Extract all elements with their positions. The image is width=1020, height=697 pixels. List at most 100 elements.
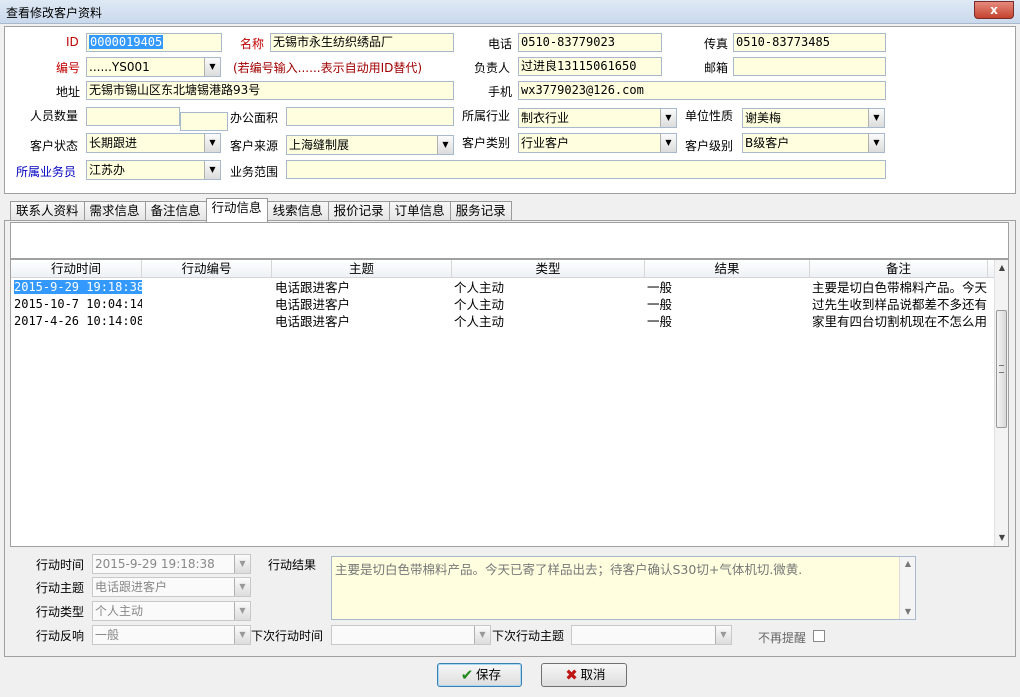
chevron-down-icon[interactable]: ▼	[204, 161, 220, 179]
scroll-up-icon[interactable]: ▲	[995, 260, 1008, 276]
unit-combo[interactable]: 谢美梅 ▼	[742, 108, 885, 128]
salesman-combo[interactable]: 江苏办 ▼	[86, 160, 221, 180]
next-time-combo[interactable]: ▼	[331, 625, 491, 645]
detail-subject-value: 电话跟进客户	[95, 580, 168, 594]
unit-value: 谢美梅	[745, 111, 782, 125]
cell-number	[145, 313, 270, 330]
tab-actions[interactable]: 行动信息	[205, 198, 268, 222]
tab-leads[interactable]: 线索信息	[266, 201, 329, 221]
col-header-time[interactable]: 行动时间	[11, 260, 142, 278]
cell-type: 个人主动	[454, 280, 505, 295]
table-row[interactable]: 2017-4-26 10:14:08 电话跟进客户 个人主动 一般 家里有四台切…	[11, 313, 995, 330]
scroll-down-icon[interactable]: ▼	[900, 605, 916, 619]
chevron-down-icon[interactable]: ▼	[234, 626, 250, 644]
source-value: 上海缝制展	[289, 138, 350, 152]
result-scrollbar[interactable]: ▲ ▼	[899, 557, 915, 619]
cancel-label: 取消	[580, 667, 606, 682]
address-field[interactable]: 无锡市锡山区东北塘锡港路93号	[86, 81, 454, 100]
mail-field[interactable]	[733, 57, 886, 76]
chevron-down-icon[interactable]: ▼	[234, 555, 250, 573]
tab-quotes[interactable]: 报价记录	[327, 201, 390, 221]
phone-field[interactable]: 0510-83779023	[518, 33, 662, 52]
tab-bar: 联系人资料 需求信息 备注信息 行动信息 线索信息 报价记录 订单信息 服务记录	[10, 198, 512, 222]
chevron-down-icon[interactable]: ▼	[234, 602, 250, 620]
cell-type: 个人主动	[454, 297, 505, 312]
chevron-down-icon[interactable]: ▼	[474, 626, 490, 644]
fax-field[interactable]: 0510-83773485	[733, 33, 886, 52]
mobile-field[interactable]: wx3779023@126.com	[518, 81, 886, 100]
scope-field[interactable]	[286, 160, 886, 179]
table-scrollbar[interactable]: ▲ ▼	[994, 260, 1008, 546]
table-row[interactable]: 2015-9-29 19:18:38 电话跟进客户 个人主动 一般 主要是切白色…	[11, 279, 995, 296]
scroll-thumb[interactable]	[996, 310, 1007, 428]
detail-type-label: 行动类型	[36, 605, 85, 619]
code-combo[interactable]: ......YS001 ▼	[86, 57, 221, 77]
source-combo[interactable]: 上海缝制展 ▼	[286, 135, 454, 155]
close-button[interactable]: x	[974, 1, 1014, 19]
status-label: 客户状态	[30, 139, 79, 153]
tab-services[interactable]: 服务记录	[449, 201, 512, 221]
tab-orders[interactable]: 订单信息	[388, 201, 451, 221]
chevron-down-icon[interactable]: ▼	[868, 109, 884, 127]
cell-result: 一般	[647, 280, 673, 295]
cell-time: 2015-10-7 10:04:14	[14, 297, 142, 311]
source-label: 客户来源	[230, 139, 279, 153]
tab-notes[interactable]: 备注信息	[144, 201, 207, 221]
cell-number	[145, 296, 270, 313]
col-header-number[interactable]: 行动编号	[142, 260, 272, 278]
tab-requirements[interactable]: 需求信息	[83, 201, 146, 221]
chevron-down-icon[interactable]: ▼	[437, 136, 453, 154]
detail-time-value: 2015-9-29 19:18:38	[95, 557, 215, 571]
chevron-down-icon[interactable]: ▼	[715, 626, 731, 644]
detail-time-combo[interactable]: 2015-9-29 19:18:38 ▼	[92, 554, 251, 574]
cell-note: 家里有四台切割机现在不怎么用	[812, 314, 988, 329]
category-combo[interactable]: 行业客户 ▼	[518, 133, 677, 153]
detail-type-combo[interactable]: 个人主动 ▼	[92, 601, 251, 621]
save-button[interactable]: ✔ 保存	[437, 663, 522, 687]
detail-feedback-combo[interactable]: 一般 ▼	[92, 625, 251, 645]
mobile-label: 手机	[488, 85, 513, 99]
cell-result: 一般	[647, 297, 673, 312]
col-header-result[interactable]: 结果	[645, 260, 810, 278]
unit-label: 单位性质	[685, 109, 734, 123]
status-combo[interactable]: 长期跟进 ▼	[86, 133, 221, 153]
table-row[interactable]: 2015-10-7 10:04:14 电话跟进客户 个人主动 一般 过先生收到样…	[11, 296, 995, 313]
cell-subject: 电话跟进客户	[275, 297, 351, 312]
detail-subject-combo[interactable]: 电话跟进客户 ▼	[92, 577, 251, 597]
cell-note: 主要是切白色带棉料产品。今天	[812, 280, 988, 295]
chevron-down-icon[interactable]: ▼	[660, 109, 676, 127]
action-table: 行动时间 行动编号 主题 类型 结果 备注 2015-9-29 19:18:38…	[10, 259, 1009, 547]
category-label: 客户类别	[462, 136, 511, 150]
col-header-note[interactable]: 备注	[810, 260, 988, 278]
no-remind-checkbox[interactable]	[813, 630, 825, 642]
owner-field[interactable]: 过进良13115061650	[518, 57, 662, 76]
level-combo[interactable]: B级客户 ▼	[742, 133, 885, 153]
cell-time: 2015-9-29 19:18:38	[14, 279, 142, 296]
window-title: 查看修改客户资料	[6, 6, 103, 20]
save-label: 保存	[475, 667, 501, 682]
office-field[interactable]	[286, 107, 454, 126]
staff-unit-field[interactable]	[180, 112, 228, 131]
col-header-subject[interactable]: 主题	[272, 260, 452, 278]
col-header-type[interactable]: 类型	[452, 260, 645, 278]
scroll-up-icon[interactable]: ▲	[900, 557, 916, 571]
chevron-down-icon[interactable]: ▼	[204, 134, 220, 152]
industry-value: 制衣行业	[521, 111, 570, 125]
industry-combo[interactable]: 制衣行业 ▼	[518, 108, 677, 128]
chevron-down-icon[interactable]: ▼	[234, 578, 250, 596]
next-subject-combo[interactable]: ▼	[571, 625, 732, 645]
detail-result-textarea[interactable]: 主要是切白色带棉料产品。今天已寄了样品出去；待客户确认S30切+气体机切.微黄.…	[331, 556, 916, 620]
scroll-down-icon[interactable]: ▼	[995, 530, 1008, 546]
chevron-down-icon[interactable]: ▼	[204, 58, 220, 76]
status-value: 长期跟进	[89, 136, 138, 150]
chevron-down-icon[interactable]: ▼	[868, 134, 884, 152]
cancel-button[interactable]: ✖ 取消	[541, 663, 627, 687]
id-field[interactable]: 0000019405	[86, 33, 222, 52]
address-label: 地址	[56, 85, 81, 99]
chevron-down-icon[interactable]: ▼	[660, 134, 676, 152]
name-field[interactable]: 无锡市永生纺织绣品厂	[270, 33, 454, 52]
tab-contacts[interactable]: 联系人资料	[10, 201, 85, 221]
staff-field[interactable]	[86, 107, 180, 126]
id-label: ID	[66, 35, 79, 49]
level-label: 客户级别	[685, 139, 734, 153]
